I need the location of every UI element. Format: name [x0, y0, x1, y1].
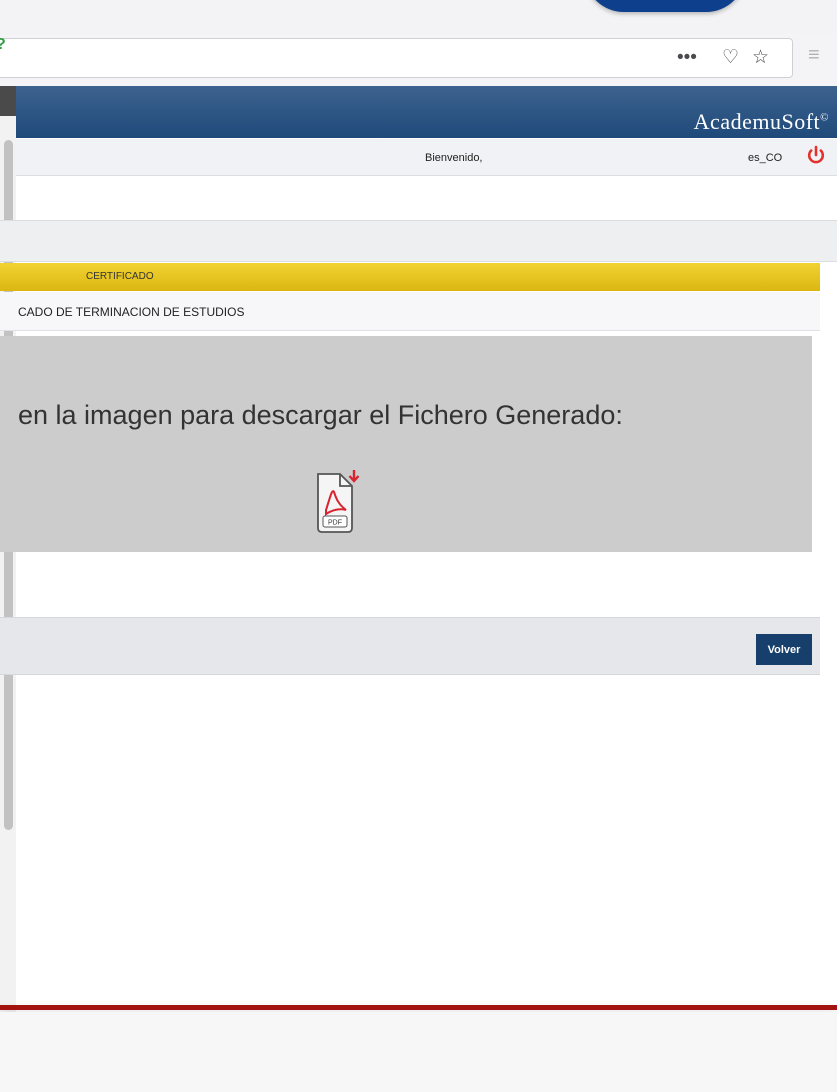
- address-bar[interactable]: [0, 38, 793, 78]
- welcome-text: Bienvenido,: [425, 152, 483, 164]
- actions-bar: [0, 617, 820, 675]
- download-panel: [0, 336, 812, 552]
- footer-area: [0, 1012, 837, 1092]
- locale-selector[interactable]: es_CO: [748, 152, 782, 164]
- bookmark-star-icon[interactable]: ☆: [752, 48, 769, 68]
- download-message: en la imagen para descargar el Fichero G…: [18, 400, 623, 430]
- document-title: CADO DE TERMINACION DE ESTUDIOS: [18, 305, 245, 319]
- breadcrumb-bar: [0, 220, 837, 262]
- more-icon[interactable]: •••: [677, 48, 697, 68]
- sidebar-corner: [0, 86, 16, 116]
- pdf-download-icon[interactable]: PDF: [310, 470, 362, 536]
- svg-text:PDF: PDF: [328, 520, 342, 527]
- user-bar: [0, 139, 837, 176]
- brand-logo: AcademuSoft©: [693, 109, 829, 134]
- site-info-icon[interactable]: ?: [0, 36, 6, 54]
- pocket-icon[interactable]: ♡: [722, 48, 739, 68]
- section-label: CERTIFICADO: [86, 271, 154, 282]
- logout-icon[interactable]: [805, 144, 827, 166]
- back-button[interactable]: Volver: [756, 634, 812, 665]
- footer-divider: [0, 1005, 837, 1010]
- menu-icon[interactable]: ≡: [808, 44, 820, 67]
